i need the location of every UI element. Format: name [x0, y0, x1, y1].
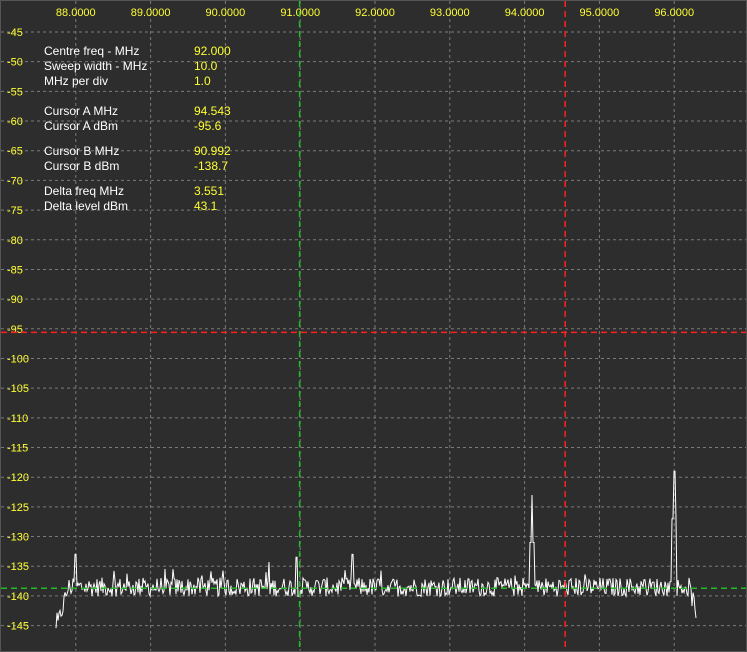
y-tick-label: -75: [7, 205, 23, 217]
y-tick-label: -110: [7, 413, 28, 425]
sweep-width-label: Sweep width - MHz: [44, 59, 148, 73]
y-tick-label: -95: [7, 324, 23, 336]
centre-freq-value: 92.000: [194, 44, 231, 58]
cursor-b-mhz-label: Cursor B MHz: [44, 144, 120, 158]
delta-freq-label: Delta freq MHz: [44, 184, 125, 198]
y-tick-label: -115: [7, 443, 28, 455]
y-tick-label: -45: [7, 27, 23, 39]
cursor-a-dbm-label: Cursor A dBm: [44, 119, 119, 133]
x-tick-label: 92.0000: [355, 7, 395, 19]
y-tick-label: -70: [7, 175, 23, 187]
y-tick-label: -140: [7, 591, 29, 603]
x-tick-label: 94.0000: [505, 7, 545, 19]
spectrum-analyzer-display[interactable]: 88.000089.000090.000091.000092.000093.00…: [0, 0, 747, 652]
y-tick-label: -125: [7, 502, 29, 514]
y-tick-label: -65: [7, 146, 23, 158]
y-tick-label: -55: [7, 86, 23, 98]
y-tick-label: -135: [7, 561, 29, 573]
cursor-a-mhz-label: Cursor A MHz: [44, 104, 119, 118]
y-tick-label: -85: [7, 264, 23, 276]
y-tick-label: -105: [7, 383, 29, 395]
y-tick-label: -130: [7, 532, 29, 544]
delta-level-label: Delta level dBm: [44, 199, 129, 213]
spectrum-plot[interactable]: 88.000089.000090.000091.000092.000093.00…: [1, 1, 747, 652]
spectrum-trace: [55, 470, 697, 629]
cursor-a-mhz-value: 94.543: [194, 104, 231, 118]
y-tick-label: -80: [7, 235, 23, 247]
grid-layer: [1, 1, 746, 651]
x-tick-label: 95.0000: [580, 7, 620, 19]
x-tick-label: 93.0000: [430, 7, 470, 19]
cursor-a-dbm-value: -95.6: [194, 119, 222, 133]
y-tick-label: -100: [7, 353, 29, 365]
delta-level-value: 43.1: [194, 199, 218, 213]
y-tick-label: -90: [7, 294, 23, 306]
mhz-per-div-value: 1.0: [194, 74, 211, 88]
x-tick-label: 89.0000: [131, 7, 171, 19]
y-tick-label: -50: [7, 57, 23, 69]
y-tick-label: -145: [7, 621, 29, 633]
centre-freq-label: Centre freq - MHz: [44, 44, 140, 58]
cursor-b-dbm-label: Cursor B dBm: [44, 159, 120, 173]
x-tick-label: 90.0000: [206, 7, 246, 19]
cursor-b-mhz-value: 90.992: [194, 144, 231, 158]
delta-freq-value: 3.551: [194, 184, 225, 198]
mhz-per-div-label: MHz per div: [44, 74, 109, 88]
cursor-b-dbm-value: -138.7: [194, 159, 229, 173]
sweep-width-value: 10.0: [194, 59, 218, 73]
y-tick-label: -120: [7, 472, 29, 484]
x-tick-label: 88.0000: [56, 7, 96, 19]
trace-layer: [55, 470, 697, 629]
y-tick-label: -60: [7, 116, 23, 128]
cursor-layer: [1, 1, 746, 651]
x-tick-label: 96.0000: [654, 7, 694, 19]
axis-labels: 88.000089.000090.000091.000092.000093.00…: [7, 7, 694, 633]
